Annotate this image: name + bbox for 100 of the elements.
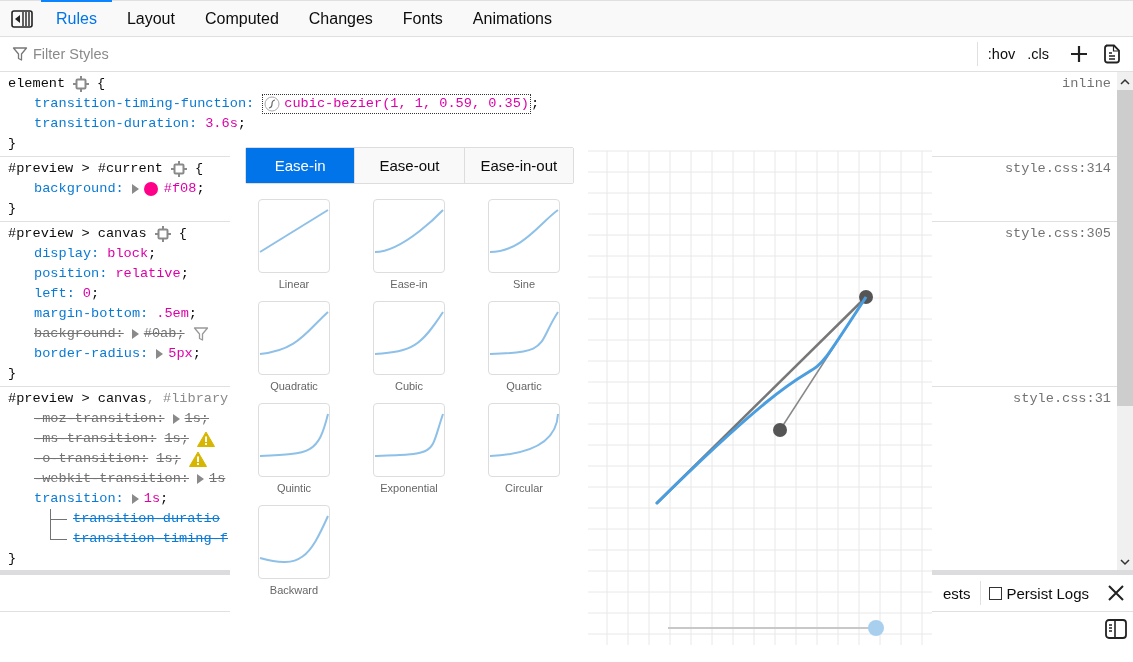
preset-thumbnail[interactable] bbox=[373, 199, 445, 273]
node-highlighter-icon[interactable] bbox=[171, 161, 187, 177]
close-icon[interactable] bbox=[1108, 585, 1124, 601]
add-icon[interactable] bbox=[1069, 44, 1089, 64]
expander-icon[interactable] bbox=[172, 414, 180, 424]
filter-toggle[interactable]: ests bbox=[932, 584, 981, 602]
panel-tab[interactable]: Computed bbox=[189, 0, 294, 36]
checkbox-label[interactable]: Persist Logs bbox=[1006, 584, 1089, 602]
preset-thumbnail[interactable] bbox=[258, 301, 330, 375]
property-value[interactable]: block bbox=[107, 244, 149, 264]
filter-field[interactable]: Filter Styles bbox=[33, 46, 977, 62]
preset-label: Cubic bbox=[394, 379, 424, 393]
property-value[interactable]: #f08 bbox=[163, 179, 197, 199]
timeline-slider[interactable] bbox=[668, 620, 884, 636]
property-value[interactable]: 0 bbox=[82, 284, 91, 304]
panel-tab[interactable]: Fonts bbox=[387, 0, 458, 36]
property-name[interactable]: transition-duration: bbox=[34, 114, 198, 134]
panel-tab[interactable]: Rules bbox=[41, 0, 112, 36]
property-name[interactable]: left: bbox=[34, 284, 75, 304]
property-name[interactable]: -o-transition: bbox=[34, 449, 149, 469]
toggle-button[interactable]: :hov bbox=[981, 46, 1022, 62]
punctuation-mark: ; bbox=[192, 345, 201, 363]
expander-icon[interactable] bbox=[197, 474, 204, 484]
property-value[interactable]: 1s bbox=[164, 429, 181, 449]
property-name[interactable]: transition-timing-function: bbox=[34, 94, 255, 114]
split-console-icon[interactable] bbox=[1105, 618, 1127, 639]
punctuation-mark: ; bbox=[237, 115, 246, 133]
sub-property: transition-timing-f bbox=[73, 530, 228, 548]
rule-selector: #preview > canvas bbox=[8, 390, 147, 408]
property-value[interactable]: #0ab bbox=[143, 324, 177, 344]
preset-label: Exponential bbox=[380, 481, 438, 495]
node-highlighter-icon[interactable] bbox=[73, 76, 90, 92]
property-value[interactable]: 1s bbox=[184, 409, 201, 429]
preset-thumbnail[interactable] bbox=[488, 301, 560, 375]
property-value[interactable]: 3.6s bbox=[205, 114, 238, 134]
brace: } bbox=[8, 366, 17, 381]
easing-tab[interactable]: Ease-in bbox=[246, 148, 355, 183]
preset-thumbnail[interactable] bbox=[373, 301, 445, 375]
property-value[interactable]: relative bbox=[115, 264, 181, 284]
sub-property: transition-duratio bbox=[73, 510, 220, 528]
easing-tab[interactable]: Ease-in-out bbox=[463, 148, 573, 183]
toggle-button[interactable]: .cls bbox=[1021, 46, 1055, 62]
preset-label: Quartic bbox=[506, 379, 542, 393]
punctuation-mark: ; bbox=[188, 305, 198, 323]
unmatched-selector: , #library bbox=[146, 390, 229, 408]
scroll-up-icon[interactable] bbox=[1120, 78, 1130, 86]
easing-tab[interactable]: Ease-out bbox=[354, 148, 464, 183]
property-name[interactable]: margin-bottom: bbox=[34, 304, 149, 324]
property-name[interactable]: -webkit-transition: bbox=[34, 469, 189, 489]
rule-selector: element bbox=[8, 75, 66, 93]
sidebar-toggle-icon[interactable] bbox=[11, 9, 33, 28]
preset-thumbnail[interactable] bbox=[488, 199, 560, 273]
property-value[interactable]: 1s bbox=[209, 469, 226, 489]
preset-label: Backward bbox=[269, 583, 319, 597]
preset-label: Quintic bbox=[276, 481, 312, 495]
panel-tab[interactable]: Changes bbox=[293, 0, 388, 36]
source-link[interactable]: style.css:305 bbox=[1004, 224, 1111, 244]
source-link[interactable]: inline bbox=[1062, 74, 1111, 94]
document-icon[interactable] bbox=[1103, 44, 1121, 64]
scrollbar-thumb[interactable] bbox=[1117, 90, 1133, 406]
panel-tab[interactable]: Layout bbox=[111, 0, 190, 36]
property-value[interactable]: 1s bbox=[143, 489, 161, 509]
preset-thumbnail[interactable] bbox=[258, 403, 330, 477]
property-name[interactable]: transition: bbox=[34, 489, 124, 509]
preset-thumbnail[interactable] bbox=[258, 199, 330, 273]
punctuation-mark: ; bbox=[176, 325, 185, 343]
property-value[interactable]: .5em bbox=[156, 304, 189, 324]
node-highlighter-icon[interactable] bbox=[154, 226, 171, 242]
property-value[interactable]: 1s bbox=[156, 449, 173, 469]
slider-thumb[interactable] bbox=[868, 620, 884, 636]
rule-selector: #preview > #current bbox=[8, 160, 163, 178]
preset-thumbnail[interactable] bbox=[258, 505, 330, 579]
expander-icon[interactable] bbox=[131, 494, 139, 504]
expander-icon[interactable] bbox=[156, 349, 164, 359]
property-name[interactable]: display: bbox=[34, 244, 100, 264]
property-name[interactable]: background: bbox=[34, 179, 124, 199]
property-name[interactable]: background: bbox=[34, 324, 124, 344]
property-name[interactable]: position: bbox=[34, 264, 108, 284]
preset-thumbnail[interactable] bbox=[373, 403, 445, 477]
property-value[interactable]: 5px bbox=[168, 344, 193, 364]
expander-icon[interactable] bbox=[131, 184, 139, 194]
property-name[interactable]: -moz-transition: bbox=[34, 409, 165, 429]
punctuation-mark: ; bbox=[531, 95, 540, 113]
property-value[interactable]: cubic-bezier(1, 1, 0.59, 0.35) bbox=[284, 95, 529, 113]
filter-icon bbox=[12, 46, 28, 62]
source-link[interactable]: style.css:314 bbox=[1004, 159, 1111, 179]
property-name[interactable]: -ms-transition: bbox=[34, 429, 157, 449]
checkbox[interactable] bbox=[989, 586, 1003, 600]
punctuation-mark: ; bbox=[200, 410, 210, 428]
color-swatch[interactable] bbox=[143, 182, 158, 196]
brace: { bbox=[178, 225, 187, 243]
filter-icon[interactable] bbox=[192, 326, 209, 342]
expander-icon[interactable] bbox=[131, 329, 139, 339]
preset-thumbnail[interactable] bbox=[488, 403, 560, 477]
bezier-swatch-icon[interactable] bbox=[264, 96, 281, 112]
source-link[interactable]: style.css:31 bbox=[1013, 389, 1111, 409]
scroll-down-icon[interactable] bbox=[1120, 558, 1130, 566]
property-name[interactable]: border-radius: bbox=[34, 344, 149, 364]
punctuation-mark: ; bbox=[180, 430, 189, 448]
panel-tab[interactable]: Animations bbox=[457, 0, 567, 36]
